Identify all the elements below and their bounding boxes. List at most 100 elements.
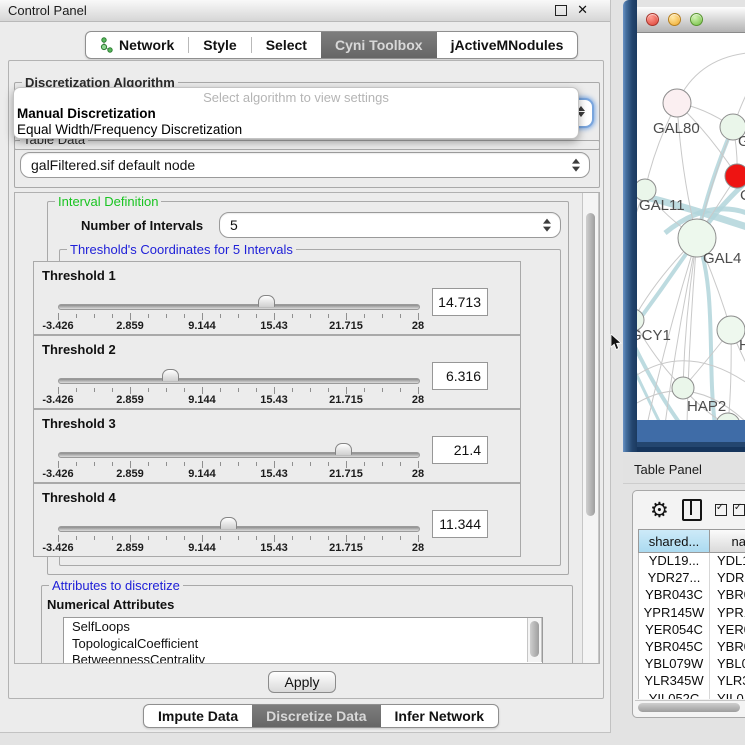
attributes-list-scrollbar[interactable] bbox=[527, 618, 542, 662]
cell-shared-name: YDR27... bbox=[639, 570, 710, 587]
threshold-value-field[interactable] bbox=[432, 510, 488, 538]
tick-mark bbox=[346, 461, 347, 468]
dropdown-option-manual[interactable]: Manual Discretization bbox=[14, 106, 578, 122]
tab-infer-network[interactable]: Infer Network bbox=[381, 705, 498, 727]
window-title: Control Panel bbox=[8, 3, 87, 18]
table-row[interactable]: YER054CYER0 bbox=[639, 622, 745, 639]
column-header-name[interactable]: na bbox=[710, 530, 745, 552]
apply-button[interactable]: Apply bbox=[268, 671, 336, 693]
checkbox-icon[interactable] bbox=[733, 504, 745, 516]
slider-thumb[interactable] bbox=[220, 517, 237, 529]
zoom-traffic-light-icon[interactable] bbox=[690, 13, 703, 26]
gear-icon[interactable]: ⚙ bbox=[650, 500, 669, 520]
cell-shared-name: YBL079W bbox=[639, 656, 710, 673]
tick-mark bbox=[112, 462, 113, 466]
float-window-icon[interactable] bbox=[555, 5, 567, 16]
table-row[interactable]: YPR145WYPR1 bbox=[639, 605, 745, 622]
slider-track[interactable] bbox=[58, 378, 420, 384]
network-node-c[interactable] bbox=[725, 164, 745, 188]
cell-name: YLR3 bbox=[710, 673, 745, 690]
network-node-hap2[interactable] bbox=[672, 377, 694, 399]
table-row[interactable]: YBR045CYBR0 bbox=[639, 639, 745, 656]
network-graph: GAL80GACGAL11GAL4GCY1HHAP2 bbox=[637, 33, 745, 420]
minimize-traffic-light-icon[interactable] bbox=[668, 13, 681, 26]
tick-mark bbox=[202, 313, 203, 320]
tick-mark bbox=[112, 536, 113, 540]
column-header-shared-name[interactable]: shared... bbox=[639, 530, 710, 552]
tick-mark bbox=[328, 536, 329, 540]
tab-style[interactable]: Style bbox=[189, 32, 250, 58]
cell-shared-name: YBR045C bbox=[639, 639, 710, 656]
tick-mark bbox=[328, 388, 329, 392]
table-row[interactable]: YIL052CYIL0 bbox=[639, 691, 745, 700]
tab-label: Select bbox=[266, 37, 307, 53]
tab-jactivemnodules[interactable]: jActiveMNodules bbox=[437, 32, 578, 58]
tick-mark bbox=[202, 461, 203, 468]
node-label: C bbox=[740, 187, 745, 204]
slider-track[interactable] bbox=[58, 452, 420, 458]
axis-tick-label: 28 bbox=[412, 394, 424, 406]
number-of-intervals-combobox[interactable]: 5 bbox=[219, 212, 561, 238]
tick-mark bbox=[256, 388, 257, 392]
attribute-item-betweennesscentrality[interactable]: BetweennessCentrality bbox=[64, 651, 542, 664]
slider-track[interactable] bbox=[58, 304, 420, 310]
axis-tick-label: 15.43 bbox=[260, 394, 288, 406]
bottom-tab-bar: Impute Data Discretize DataInfer Network bbox=[143, 704, 499, 728]
threshold-box-3: Threshold 3-3.4262.8599.14415.4321.71528 bbox=[33, 409, 521, 483]
table-row[interactable]: YDR27...YDR2 bbox=[639, 570, 745, 587]
settings-vertical-scrollbar[interactable] bbox=[582, 193, 599, 663]
tab-label: Impute Data bbox=[158, 708, 238, 724]
tick-mark bbox=[418, 313, 419, 320]
cell-shared-name: YLR345W bbox=[639, 673, 710, 690]
cell-shared-name: YER054C bbox=[639, 622, 710, 639]
tick-mark bbox=[292, 314, 293, 318]
threshold-label: Threshold 3 bbox=[42, 416, 116, 431]
tick-mark bbox=[148, 462, 149, 466]
tab-discretize-data[interactable]: Discretize Data bbox=[252, 705, 380, 727]
axis-tick-label: 21.715 bbox=[329, 320, 363, 332]
close-icon[interactable]: ✕ bbox=[577, 3, 588, 17]
number-of-intervals-value: 5 bbox=[230, 217, 238, 233]
tick-mark bbox=[76, 462, 77, 466]
cell-shared-name: YPR145W bbox=[639, 605, 710, 622]
numerical-attributes-list[interactable]: SelfLoopsTopologicalCoefficientBetweenne… bbox=[63, 617, 543, 664]
table-row[interactable]: YBL079WYBL0 bbox=[639, 656, 745, 673]
slider-thumb[interactable] bbox=[258, 295, 275, 307]
network-canvas[interactable]: GAL80GACGAL11GAL4GCY1HHAP2 bbox=[637, 33, 745, 420]
tick-mark bbox=[58, 461, 59, 468]
tab-impute-data[interactable]: Impute Data bbox=[144, 705, 252, 727]
tick-mark bbox=[400, 536, 401, 540]
threshold-value-field[interactable] bbox=[432, 288, 488, 316]
tick-mark bbox=[364, 314, 365, 318]
slider-thumb[interactable] bbox=[162, 369, 179, 381]
threshold-value-field[interactable] bbox=[432, 362, 488, 390]
slider-thumb[interactable] bbox=[335, 443, 352, 455]
table-data-combobox[interactable]: galFiltered.sif default node bbox=[20, 152, 590, 178]
dropdown-option-equal-width[interactable]: Equal Width/Frequency Discretization bbox=[14, 122, 578, 138]
tab-select[interactable]: Select bbox=[252, 32, 321, 58]
tab-cyni-toolbox[interactable]: Cyni Toolbox bbox=[321, 32, 437, 58]
tick-mark bbox=[274, 535, 275, 542]
network-window-titlebar[interactable] bbox=[637, 7, 745, 33]
close-traffic-light-icon[interactable] bbox=[646, 13, 659, 26]
table-row[interactable]: YLR345WYLR3 bbox=[639, 673, 745, 690]
network-node-gal80[interactable] bbox=[663, 89, 691, 117]
checkbox-icon[interactable] bbox=[715, 504, 727, 516]
table-horizontal-scrollbar[interactable] bbox=[635, 700, 745, 714]
threshold-value-field[interactable] bbox=[432, 436, 488, 464]
tick-mark bbox=[382, 388, 383, 392]
attribute-item-selfloops[interactable]: SelfLoops bbox=[64, 618, 542, 635]
table-row[interactable]: YBR043CYBR0 bbox=[639, 587, 745, 604]
tick-mark bbox=[58, 387, 59, 394]
tick-mark bbox=[400, 462, 401, 466]
axis-tick-label: 15.43 bbox=[260, 468, 288, 480]
attribute-item-topologicalcoefficient[interactable]: TopologicalCoefficient bbox=[64, 635, 542, 652]
axis-tick-label: -3.426 bbox=[42, 320, 73, 332]
tick-mark bbox=[148, 536, 149, 540]
tab-network[interactable]: Network bbox=[86, 32, 188, 58]
tick-mark bbox=[76, 314, 77, 318]
slider-track[interactable] bbox=[58, 526, 420, 532]
table-row[interactable]: YDL19...YDL1 bbox=[639, 553, 745, 570]
columns-icon[interactable] bbox=[682, 499, 702, 521]
tick-mark bbox=[166, 314, 167, 318]
